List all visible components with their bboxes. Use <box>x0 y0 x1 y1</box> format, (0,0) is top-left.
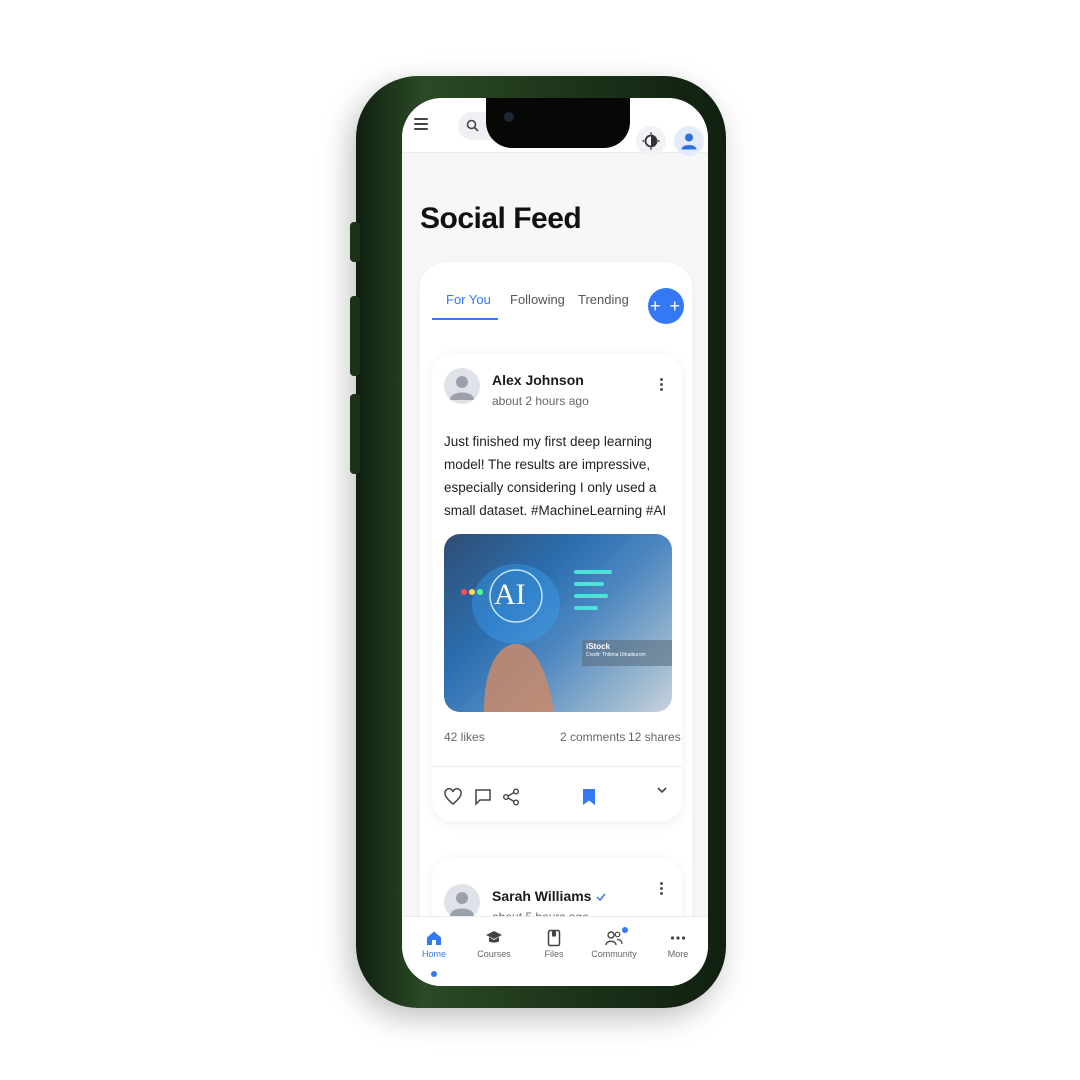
phone-screen: Social Feed For You Following Trending +… <box>402 98 708 986</box>
bookmark-icon[interactable] <box>582 788 596 806</box>
active-indicator <box>431 971 437 977</box>
post-image[interactable]: AI iStock Credit: Thitima Uthaiburom <box>444 534 672 712</box>
notification-badge <box>622 927 628 933</box>
nav-label: Community <box>591 949 637 959</box>
post-author-name: Sarah Williams <box>492 888 592 904</box>
search-icon <box>466 119 479 132</box>
people-icon <box>605 931 623 946</box>
more-options-icon[interactable] <box>660 882 664 897</box>
default-avatar-icon <box>450 892 474 916</box>
author-avatar[interactable] <box>444 884 480 920</box>
page-title: Social Feed <box>420 202 582 235</box>
feed-panel: For You Following Trending + + Alex John… <box>420 262 692 986</box>
tab-for-you[interactable]: For You <box>446 292 491 307</box>
post-author[interactable]: Sarah Williams <box>492 888 607 904</box>
shares-count[interactable]: 12 shares <box>628 730 681 744</box>
post-divider <box>432 766 682 767</box>
verified-check-icon <box>596 893 606 902</box>
nav-item-more[interactable]: More <box>648 927 708 959</box>
tab-following[interactable]: Following <box>510 292 565 307</box>
image-watermark: iStock <box>586 642 611 651</box>
silent-switch <box>350 222 360 262</box>
tab-trending[interactable]: Trending <box>578 292 629 307</box>
author-avatar[interactable] <box>444 368 480 404</box>
more-horizontal-icon <box>670 936 686 940</box>
post-body: Just finished my first deep learning mod… <box>444 434 667 518</box>
volume-down-button <box>350 394 360 474</box>
image-credit: Credit: Thitima Uthaiburom <box>586 652 646 658</box>
home-icon <box>427 931 441 945</box>
graduation-cap-icon <box>486 931 502 943</box>
nav-item-files[interactable]: Files <box>524 927 584 959</box>
nav-label: More <box>667 949 689 959</box>
chevron-down-icon[interactable] <box>656 784 668 796</box>
comments-count[interactable]: 2 comments <box>560 730 625 744</box>
front-camera <box>504 112 514 122</box>
image-overlay-text: AI <box>494 578 526 611</box>
default-avatar-icon <box>450 376 474 400</box>
profile-button[interactable] <box>674 126 704 156</box>
brightness-icon <box>642 132 660 150</box>
file-icon <box>547 929 561 947</box>
notch <box>486 98 630 148</box>
nav-item-courses[interactable]: Courses <box>464 927 524 959</box>
theme-toggle-button[interactable] <box>636 126 666 156</box>
share-icon[interactable] <box>502 788 520 806</box>
user-icon <box>681 133 697 150</box>
ai-lightbulb-illustration <box>461 564 672 712</box>
nav-label: Courses <box>477 949 511 959</box>
nav-item-home[interactable]: Home <box>404 927 464 977</box>
volume-up-button <box>350 296 360 376</box>
bottom-navigation: Home Courses Files Community More <box>402 916 708 986</box>
active-tab-indicator <box>432 318 498 320</box>
comment-icon[interactable] <box>474 788 492 806</box>
more-options-icon[interactable] <box>660 378 664 393</box>
post-card: Alex Johnson about 2 hours ago Just fini… <box>432 354 682 822</box>
post-timestamp: about 2 hours ago <box>492 394 589 408</box>
nav-label: Files <box>544 949 564 959</box>
create-post-button[interactable]: + + <box>648 288 684 324</box>
like-heart-icon[interactable] <box>444 788 462 806</box>
nav-item-community[interactable]: Community <box>584 927 644 959</box>
post-author[interactable]: Alex Johnson <box>492 372 584 388</box>
hamburger-icon[interactable] <box>414 118 428 133</box>
likes-count[interactable]: 42 likes <box>444 730 485 744</box>
nav-label: Home <box>421 949 446 959</box>
